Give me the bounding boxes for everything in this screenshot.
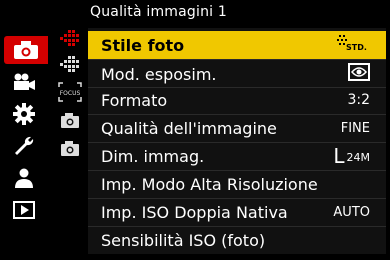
- camera-icon: [13, 40, 39, 60]
- menu-item-label: Formato: [101, 90, 168, 110]
- menu-item-label: Stile foto: [101, 35, 185, 55]
- menu-item-label: Imp. ISO Doppia Nativa: [101, 202, 288, 222]
- sub-page-1[interactable]: [52, 28, 88, 52]
- sub-page-2[interactable]: [52, 54, 88, 78]
- metering-icon: [348, 63, 370, 85]
- left-tab-column: [4, 32, 48, 226]
- menu-item-value: 3:2: [347, 92, 370, 108]
- menu-item-dim-immag[interactable]: Dim. immag. L 24M: [88, 142, 386, 170]
- svg-text:STD.: STD.: [346, 43, 367, 52]
- camera-sub-icon-2: [59, 138, 81, 162]
- playback-tab[interactable]: [4, 196, 44, 224]
- red-dots-arrow-icon: [58, 28, 82, 52]
- menu-item-formato[interactable]: Formato 3:2: [88, 86, 386, 114]
- menu-item-modo-alta-risoluzione[interactable]: Imp. Modo Alta Risoluzione: [88, 170, 386, 198]
- custom-tab[interactable]: [4, 100, 44, 128]
- focus-icon: FOCUS: [57, 81, 83, 107]
- page-title: Qualità immagini 1: [90, 4, 228, 20]
- mymenu-tab[interactable]: [4, 164, 44, 192]
- menu-item-label: Mod. esposim.: [101, 64, 217, 84]
- menu-item-label: Sensibilità ISO (foto): [101, 230, 266, 250]
- menu-item-sensibilita-iso[interactable]: Sensibilità ISO (foto): [88, 226, 386, 254]
- menu-screen: Qualità immagini 1 FOCUS Stile foto STD.…: [0, 0, 390, 260]
- wrench-icon: [13, 135, 35, 157]
- sub-page-column: FOCUS: [52, 20, 88, 190]
- camera-sub-icon-1: [59, 110, 81, 134]
- menu-item-qualita-immagine[interactable]: Qualità dell'immagine FINE: [88, 114, 386, 142]
- sub-page-4[interactable]: [52, 110, 88, 134]
- menu-item-iso-doppia-nativa[interactable]: Imp. ISO Doppia Nativa AUTO: [88, 198, 386, 226]
- sub-page-5[interactable]: [52, 138, 88, 162]
- video-camera-icon: [12, 73, 36, 91]
- setup-tab[interactable]: [4, 132, 44, 160]
- menu-item-value: AUTO: [333, 204, 370, 220]
- svg-text:FOCUS: FOCUS: [60, 90, 81, 97]
- gear-icon: [13, 103, 35, 125]
- dots-arrow-icon: [58, 54, 82, 78]
- play-icon: [13, 201, 35, 219]
- menu-item-label: Qualità dell'immagine: [101, 118, 277, 138]
- menu-item-value: FINE: [340, 120, 370, 136]
- sub-page-3[interactable]: FOCUS: [52, 82, 88, 106]
- menu-item-stile-foto[interactable]: Stile foto STD.: [88, 31, 386, 59]
- size-megapixels: 24M: [346, 151, 371, 164]
- video-tab[interactable]: [4, 68, 44, 96]
- menu-item-value: L 24M: [333, 144, 370, 168]
- photo-tab[interactable]: [4, 36, 48, 64]
- menu-item-label: Imp. Modo Alta Risoluzione: [101, 174, 318, 194]
- menu-item-mod-esposim[interactable]: Mod. esposim.: [88, 60, 386, 88]
- menu-item-label: Dim. immag.: [101, 146, 205, 166]
- person-icon: [14, 168, 34, 188]
- size-letter: L: [333, 144, 345, 168]
- photo-style-icon: STD.: [336, 34, 370, 56]
